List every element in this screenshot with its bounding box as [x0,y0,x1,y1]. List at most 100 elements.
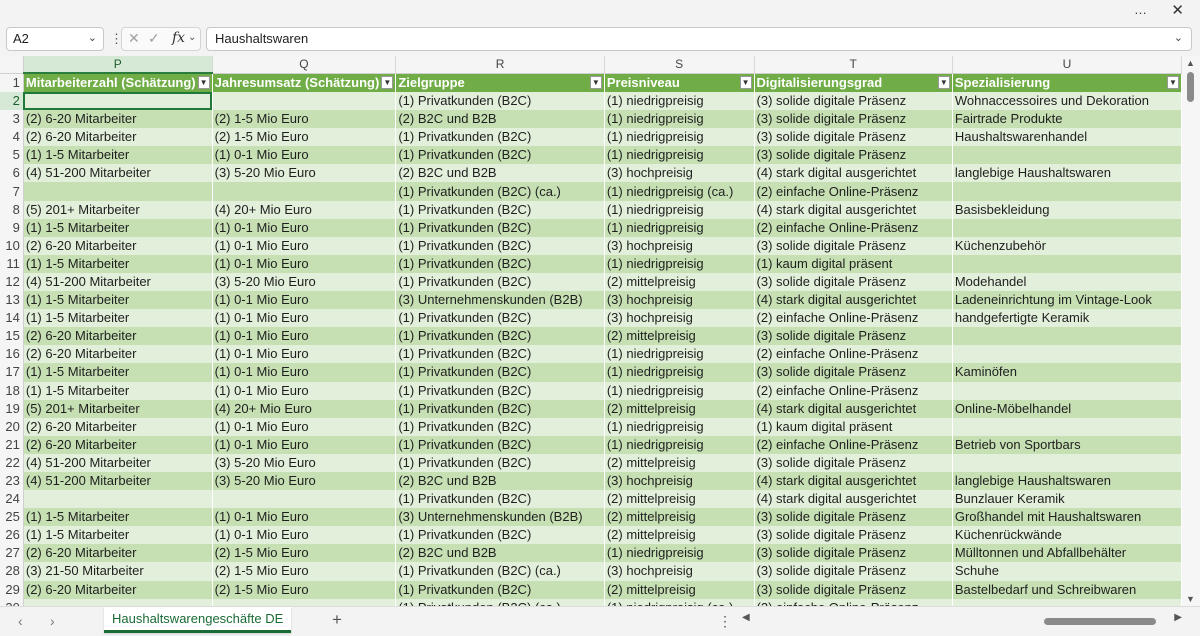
cell[interactable]: (1) Privatkunden (B2C) [395,526,605,545]
cell[interactable]: langlebige Haushaltswaren [952,164,1182,183]
cell[interactable]: (2) mittelpreisig [604,453,755,472]
insert-function-icon[interactable]: fx [172,30,185,46]
cell[interactable]: (1) Privatkunden (B2C) (ca.) [395,182,605,201]
cell[interactable]: (1) 1-5 Mitarbeiter [23,146,213,165]
cell[interactable]: (1) 1-5 Mitarbeiter [23,363,213,382]
cell[interactable]: (2) 1-5 Mio Euro [212,544,396,563]
scroll-left-icon[interactable]: ◀ [742,612,750,623]
cell[interactable] [952,381,1182,400]
more-options-icon[interactable]: … [1134,2,1148,17]
cell[interactable]: (3) 21-50 Mitarbeiter [23,562,213,581]
cell[interactable]: (2) mittelpreisig [604,272,755,292]
row-header[interactable]: 29 [0,580,24,599]
cell[interactable]: (2) mittelpreisig [604,580,755,599]
cell[interactable]: (4) 51-200 Mitarbeiter [23,471,213,491]
row-header[interactable]: 26 [0,526,24,545]
cell[interactable]: (2) mittelpreisig [604,526,755,545]
row-header[interactable]: 22 [0,453,24,472]
sheet-tab-active[interactable]: Haushaltswarengeschäfte DE [104,607,292,633]
cell[interactable]: (2) 1-5 Mio Euro [212,580,396,599]
row-header[interactable]: 12 [0,272,24,292]
cell[interactable]: (1) Privatkunden (B2C) [395,345,605,364]
cell[interactable]: (3) 5-20 Mio Euro [212,164,396,183]
row-header[interactable]: 20 [0,417,24,436]
cell[interactable]: (3) hochpreisig [604,164,755,183]
cell[interactable]: (1) Privatkunden (B2C) [395,92,605,111]
chevron-down-icon[interactable]: ⌄ [188,32,196,43]
cell[interactable]: Bastelbedarf und Schreibwaren [952,580,1182,599]
cell[interactable]: (3) hochpreisig [604,291,755,310]
cell[interactable]: (4) 51-200 Mitarbeiter [23,164,213,183]
cell[interactable]: (1) niedrigpreisig [604,146,755,165]
row-header[interactable]: 4 [0,128,24,147]
header-cell-zielgruppe[interactable]: Zielgruppe ▼ [395,73,605,92]
cell[interactable] [952,598,1182,606]
row-header[interactable]: 1 [0,73,24,92]
cell[interactable]: (1) niedrigpreisig [604,218,755,237]
cell[interactable]: (1) niedrigpreisig (ca.) [604,182,755,201]
cell[interactable]: (2) 6-20 Mitarbeiter [23,327,213,346]
cell[interactable]: (1) Privatkunden (B2C) [395,272,605,292]
cell[interactable]: (1) Privatkunden (B2C) [395,399,605,418]
header-cell-jahresumsatz[interactable]: Jahresumsatz (Schätzung) ▼ [212,73,396,92]
cell[interactable]: (1) 0-1 Mio Euro [212,363,396,382]
cell[interactable]: (1) 0-1 Mio Euro [212,236,396,255]
cell[interactable]: Küchenrückwände [952,526,1182,545]
cell[interactable] [952,345,1182,364]
cell[interactable]: (1) 1-5 Mitarbeiter [23,218,213,237]
column-header-Q[interactable]: Q [212,56,397,74]
row-header[interactable]: 5 [0,146,24,165]
cell[interactable]: Basisbekleidung [952,200,1182,219]
cell[interactable]: (2) einfache Online-Präsenz [754,309,953,328]
cancel-icon[interactable]: ✕ [128,30,140,47]
chevron-down-icon[interactable]: ⌄ [88,31,97,44]
header-cell-mitarbeiterzahl[interactable]: Mitarbeiterzahl (Schätzung) ▼ [23,73,213,92]
vertical-scrollbar[interactable]: ▲ ▼ [1182,56,1200,606]
row-header[interactable]: 21 [0,435,24,454]
cell[interactable]: (1) 0-1 Mio Euro [212,146,396,165]
row-header[interactable]: 3 [0,110,24,129]
cell[interactable]: Haushaltswarenhandel [952,128,1182,147]
row-header[interactable]: 13 [0,291,24,310]
formula-input[interactable]: Haushaltswaren ⌄ [206,27,1192,51]
cell[interactable]: (2) 6-20 Mitarbeiter [23,417,213,436]
cell[interactable]: (2) mittelpreisig [604,508,755,527]
cell[interactable]: (1) Privatkunden (B2C) [395,417,605,436]
cell[interactable]: Küchenzubehör [952,236,1182,255]
header-cell-preisniveau[interactable]: Preisniveau ▼ [604,73,755,92]
cell[interactable]: (2) einfache Online-Präsenz [754,598,953,606]
cell[interactable]: (4) stark digital ausgerichtet [754,291,953,310]
cell[interactable]: Großhandel mit Haushaltswaren [952,508,1182,527]
cell[interactable]: (2) 1-5 Mio Euro [212,110,396,129]
cell[interactable] [212,598,396,606]
cell[interactable]: (1) Privatkunden (B2C) [395,490,605,509]
cell[interactable]: Bunzlauer Keramik [952,490,1182,509]
cell[interactable]: (3) 5-20 Mio Euro [212,272,396,292]
cell[interactable]: Modehandel [952,272,1182,292]
row-header[interactable]: 6 [0,164,24,183]
cell[interactable]: (1) Privatkunden (B2C) [395,128,605,147]
cell[interactable]: (2) einfache Online-Präsenz [754,381,953,400]
cell[interactable]: (4) 20+ Mio Euro [212,200,396,219]
cell[interactable]: (1) niedrigpreisig [604,417,755,436]
cell[interactable]: (2) B2C und B2B [395,164,605,183]
row-header[interactable]: 10 [0,236,24,255]
row-header[interactable]: 7 [0,182,24,201]
cell[interactable]: (1) 0-1 Mio Euro [212,417,396,436]
add-sheet-icon[interactable]: + [332,610,342,630]
cell[interactable]: (1) 1-5 Mitarbeiter [23,508,213,527]
cell[interactable]: (3) hochpreisig [604,562,755,581]
cell[interactable]: Kaminöfen [952,363,1182,382]
cell[interactable]: (1) 0-1 Mio Euro [212,291,396,310]
cell[interactable]: (2) einfache Online-Präsenz [754,435,953,454]
cell[interactable]: (2) 6-20 Mitarbeiter [23,544,213,563]
cell[interactable]: (1) 0-1 Mio Euro [212,508,396,527]
cell[interactable]: (1) niedrigpreisig [604,544,755,563]
column-header-S[interactable]: S [604,56,755,74]
expand-formula-bar-icon[interactable]: ⌄ [1174,31,1183,44]
row-header[interactable]: 2 [0,92,24,111]
cell[interactable]: (4) stark digital ausgerichtet [754,490,953,509]
cell[interactable]: (4) 20+ Mio Euro [212,399,396,418]
cell[interactable]: (1) niedrigpreisig [604,128,755,147]
filter-dropdown-icon[interactable]: ▼ [197,76,210,89]
